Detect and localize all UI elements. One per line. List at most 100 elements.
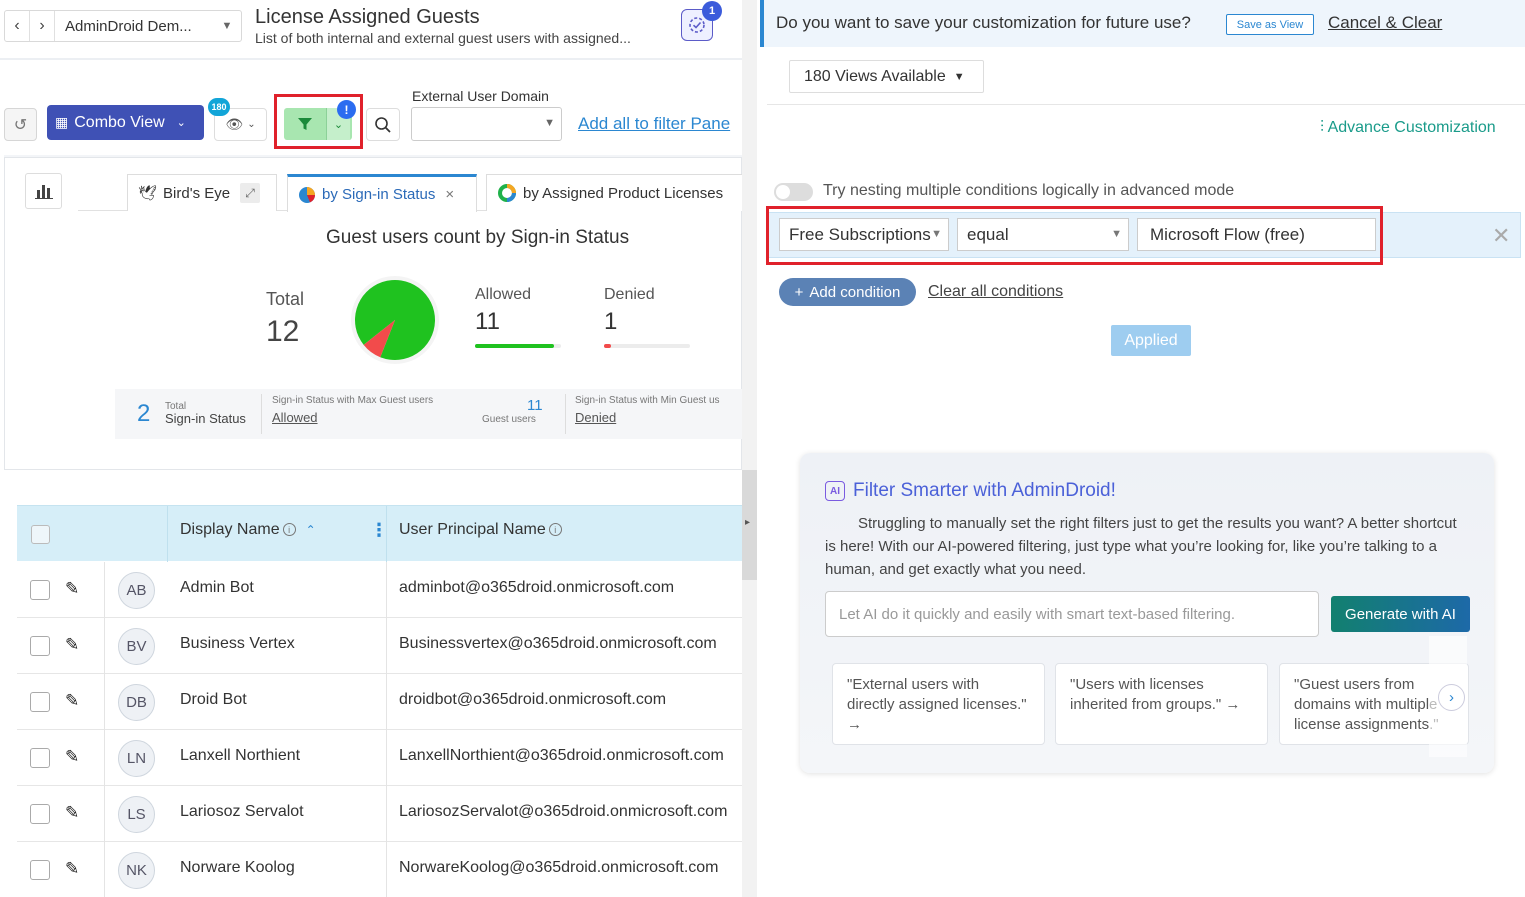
ai-title-text: Filter Smarter with AdminDroid! [853,480,1116,501]
applied-button[interactable]: Applied [1111,325,1191,356]
min-status-link[interactable]: Denied [575,410,616,425]
search-button[interactable] [366,108,400,141]
close-icon[interactable]: × [445,186,454,203]
add-condition-button[interactable]: + Add condition [779,278,916,306]
back-arrow-icon[interactable]: ‹ [5,17,29,35]
divider [104,730,105,786]
suggestion-chip[interactable]: "External users with directly assigned l… [832,663,1045,745]
total-status-count: 2 [137,400,151,427]
edit-pencil-icon[interactable]: ✎ [65,691,79,711]
bird-icon: 🕊 [138,185,158,202]
forward-arrow-icon[interactable]: › [30,17,54,35]
collapse-arrow-icon[interactable]: ▸ [745,517,750,528]
divider [261,394,262,434]
table-row[interactable]: ✎ LS Lariosoz Servalot LariosozServalot@… [17,786,742,842]
bar-chart-icon [34,185,53,199]
denied-bar [604,344,611,348]
row-checkbox[interactable] [30,804,50,824]
row-checkbox[interactable] [30,860,50,880]
views-available-dropdown[interactable]: 180 Views Available ▼ [789,60,984,93]
row-checkbox[interactable] [30,580,50,600]
upn-cell: droidbot@o365droid.onmicrosoft.com [399,691,667,708]
pie-chart-icon [299,186,315,203]
combo-view-button[interactable]: ▦ Combo View ⌄ [47,105,204,140]
advanced-mode-label: Try nesting multiple conditions logicall… [823,182,1235,199]
info-icon[interactable]: i [548,523,562,536]
advanced-mode-toggle[interactable] [774,183,813,201]
external-domain-select[interactable]: ▼ [411,107,562,141]
display-name-cell: Lanxell Northient [180,747,301,764]
upn-cell: NorwareKoolog@o365droid.onmicrosoft.com [399,859,719,876]
chevron-down-icon[interactable]: ▼ [213,20,241,32]
tab-assigned-product-licenses[interactable]: by Assigned Product Licenses [486,174,742,211]
plus-icon: + [794,283,804,301]
cancel-clear-link[interactable]: Cancel & Clear [1328,13,1442,33]
tab-label: by Assigned Product Licenses [523,184,724,202]
edit-pencil-icon[interactable]: ✎ [65,859,79,879]
avatar: LS [118,796,155,833]
row-checkbox[interactable] [30,748,50,768]
divider [386,730,387,786]
select-all-checkbox[interactable] [31,525,50,544]
max-status-link[interactable]: Allowed [272,410,318,425]
denied-label: Denied [604,286,655,303]
chart-toggle-button[interactable] [25,173,62,209]
divider [104,562,105,618]
views-available-label: 180 Views Available [804,67,946,85]
pane-splitter[interactable]: ▸ [742,0,757,897]
info-icon[interactable]: i [282,523,296,536]
divider [386,786,387,842]
advance-customization-label: Advance Customization [1327,119,1496,136]
divider [104,674,105,730]
clear-all-conditions-link[interactable]: Clear all conditions [928,283,1063,301]
divider [386,506,387,562]
column-display-name[interactable]: Display Name i ⌃ [180,521,316,539]
total-value: 12 [266,315,300,348]
row-checkbox[interactable] [30,692,50,712]
edit-pencil-icon[interactable]: ✎ [65,747,79,767]
table-row[interactable]: ✎ NK Norware Koolog NorwareKoolog@o365dr… [17,842,742,897]
table-row[interactable]: ✎ LN Lanxell Northient LanxellNorthient@… [17,730,742,786]
table-row[interactable]: ✎ DB Droid Bot droidbot@o365droid.onmicr… [17,674,742,730]
dropdown-caret-icon: ▼ [953,70,965,83]
table-row[interactable]: ✎ AB Admin Bot adminbot@o365droid.onmicr… [17,562,742,618]
breadcrumb-dropdown[interactable]: AdminDroid Dem... [55,18,213,35]
task-count-badge: 1 [702,1,722,21]
edit-pencil-icon[interactable]: ✎ [65,803,79,823]
reset-button[interactable]: ↺ [4,108,37,141]
clock-check-icon [689,17,705,33]
page-subtitle: List of both internal and external guest… [255,30,631,46]
eye-icon: 👁 [225,116,244,132]
max-count: 11 [527,397,543,414]
filter-alert-badge: ! [337,100,356,119]
tab-sign-in-status[interactable]: by Sign-in Status × [287,174,477,212]
upn-cell: Businessvertex@o365droid.onmicrosoft.com [399,635,717,652]
ai-prompt-input[interactable]: Let AI do it quickly and easily with sma… [825,591,1319,637]
min-caption: Sign-in Status with Min Guest us [575,395,720,406]
save-as-view-button[interactable]: Save as View [1226,14,1314,35]
filter-panel: Do you want to save your customization f… [757,0,1525,897]
edit-pencil-icon[interactable]: ✎ [65,579,79,599]
allowed-bar [475,344,554,348]
divider [386,618,387,674]
suggestion-chip[interactable]: "Users with licenses inherited from grou… [1055,663,1268,745]
advance-customization-link[interactable]: ⫶ Advance Customization [1320,119,1496,137]
chevron-right-icon[interactable]: › [1438,684,1465,711]
edit-pencil-icon[interactable]: ✎ [65,635,79,655]
ai-card-title: AI Filter Smarter with AdminDroid! [825,480,1116,502]
sort-ascending-icon[interactable]: ⌃ [306,523,316,537]
tab-birds-eye[interactable]: 🕊 Bird's Eye ⤢ [127,174,277,211]
display-name-cell: Admin Bot [180,579,254,596]
ai-description: Struggling to manually set the right fil… [825,515,1457,578]
generate-with-ai-button[interactable]: Generate with AI [1331,596,1470,632]
divider [104,786,105,842]
report-pane: ‹ › AdminDroid Dem... ▼ License Assigned… [0,0,742,897]
table-row[interactable]: ✎ BV Business Vertex Businessvertex@o365… [17,618,742,674]
external-domain-label: External User Domain [412,88,549,104]
close-icon[interactable]: ✕ [1492,223,1510,249]
row-checkbox[interactable] [30,636,50,656]
column-user-principal-name[interactable]: User Principal Name i [399,521,562,539]
add-all-to-filter-pane-link[interactable]: Add all to filter Pane [578,114,730,134]
divider [767,104,1525,105]
expand-icon[interactable]: ⤢ [240,183,261,203]
